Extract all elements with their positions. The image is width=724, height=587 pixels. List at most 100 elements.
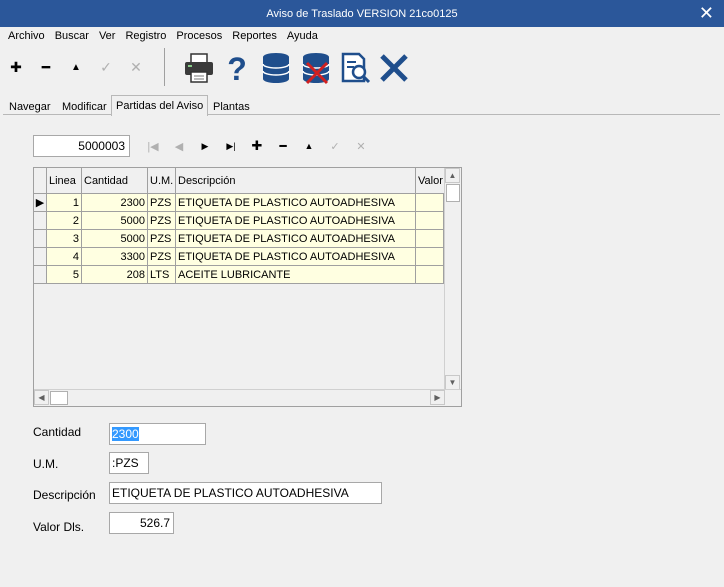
col-cantidad[interactable]: Cantidad (82, 168, 148, 194)
exit-icon[interactable] (375, 49, 413, 87)
menu-reportes[interactable]: Reportes (227, 30, 282, 42)
report-search-icon[interactable] (336, 49, 374, 87)
um-field[interactable]: :PZS (109, 452, 149, 474)
cell-cantidad[interactable]: 208 (82, 266, 148, 284)
delete-record-icon[interactable]: ━ (35, 56, 57, 78)
insert-record-icon[interactable]: ✚ (248, 138, 266, 154)
tab-modificar[interactable]: Modificar (58, 98, 111, 115)
scroll-right-icon[interactable]: ▶ (430, 390, 445, 405)
col-valor[interactable]: Valor (416, 168, 444, 194)
cell-cantidad[interactable]: 5000 (82, 230, 148, 248)
cell-cantidad[interactable]: 3300 (82, 248, 148, 266)
current-row-indicator-icon: ▶ (34, 194, 47, 212)
cell-valor[interactable] (416, 266, 444, 284)
cell-cantidad[interactable]: 2300 (82, 194, 148, 212)
menu-buscar[interactable]: Buscar (50, 30, 94, 42)
vertical-scroll-thumb[interactable] (446, 184, 460, 202)
post-row-icon: ✓ (330, 140, 340, 153)
cell-um[interactable]: LTS (148, 266, 176, 284)
cantidad-value: 2300 (112, 427, 139, 441)
table-row[interactable]: 5 208 LTS ACEITE LUBRICANTE (34, 266, 444, 284)
col-linea[interactable]: Linea (47, 168, 82, 194)
cancel-record-icon: ✕ (130, 58, 142, 75)
table-row[interactable]: 4 3300 PZS ETIQUETA DE PLASTICO AUTOADHE… (34, 248, 444, 266)
cell-linea[interactable]: 3 (47, 230, 82, 248)
cell-descripcion[interactable]: ETIQUETA DE PLASTICO AUTOADHESIVA (176, 248, 416, 266)
prior-record-icon: ◀ (174, 140, 184, 153)
tab-plantas[interactable]: Plantas (209, 98, 254, 115)
menu-procesos[interactable]: Procesos (171, 30, 227, 42)
cell-linea[interactable]: 5 (47, 266, 82, 284)
cell-um[interactable]: PZS (148, 230, 176, 248)
menu-registro[interactable]: Registro (120, 30, 171, 42)
add-record-icon[interactable]: ✚ (5, 56, 27, 78)
first-record-icon: |◀ (147, 140, 159, 153)
menu-bar: Archivo Buscar Ver Registro Procesos Rep… (0, 27, 724, 44)
descripcion-field[interactable]: ETIQUETA DE PLASTICO AUTOADHESIVA (109, 482, 382, 504)
grid-vertical-scrollbar[interactable]: ▲ ▼ (444, 168, 461, 390)
partidas-grid[interactable]: Linea Cantidad U.M. Descripción Valor ▶ … (33, 167, 462, 407)
row-indicator (34, 230, 47, 248)
table-row[interactable]: ▶ 1 2300 PZS ETIQUETA DE PLASTICO AUTOAD… (34, 194, 444, 212)
cantidad-label: Cantidad (33, 425, 82, 439)
valor-label: Valor Dls. (33, 520, 85, 534)
cell-cantidad[interactable]: 5000 (82, 212, 148, 230)
descripcion-label: Descripción (33, 488, 96, 502)
database-icon[interactable] (257, 49, 295, 87)
help-icon[interactable]: ? (218, 49, 256, 87)
cell-um[interactable]: PZS (148, 194, 176, 212)
title-bar: Aviso de Traslado VERSION 21co0125 ✕ (0, 0, 724, 27)
cell-descripcion[interactable]: ETIQUETA DE PLASTICO AUTOADHESIVA (176, 212, 416, 230)
scroll-up-icon[interactable]: ▲ (445, 168, 460, 183)
last-record-icon[interactable]: ▶| (222, 138, 240, 154)
cell-valor[interactable] (416, 212, 444, 230)
scroll-down-icon[interactable]: ▼ (445, 375, 460, 390)
cell-valor[interactable] (416, 194, 444, 212)
cell-descripcion[interactable]: ACEITE LUBRICANTE (176, 266, 416, 284)
cell-descripcion[interactable]: ETIQUETA DE PLASTICO AUTOADHESIVA (176, 194, 416, 212)
um-label: U.M. (33, 457, 59, 471)
grid-indicator-header (34, 168, 47, 194)
tab-strip: Navegar Modificar Partidas del Aviso Pla… (0, 95, 724, 116)
menu-archivo[interactable]: Archivo (3, 30, 50, 42)
tab-partidas-del-aviso[interactable]: Partidas del Aviso (111, 95, 209, 116)
printer-icon[interactable] (180, 49, 218, 87)
scroll-left-icon[interactable]: ◀ (34, 390, 49, 405)
cell-linea[interactable]: 1 (47, 194, 82, 212)
toolbar-separator (164, 48, 165, 86)
table-row[interactable]: 3 5000 PZS ETIQUETA DE PLASTICO AUTOADHE… (34, 230, 444, 248)
database-delete-icon[interactable] (297, 49, 335, 87)
col-descripcion[interactable]: Descripción (176, 168, 416, 194)
table-row[interactable]: 2 5000 PZS ETIQUETA DE PLASTICO AUTOADHE… (34, 212, 444, 230)
edit-row-icon[interactable]: ▲ (300, 138, 318, 154)
menu-ayuda[interactable]: Ayuda (282, 30, 323, 42)
post-record-icon: ✓ (100, 58, 112, 75)
row-indicator (34, 266, 47, 284)
horizontal-scroll-thumb[interactable] (50, 391, 68, 405)
menu-ver[interactable]: Ver (94, 30, 121, 42)
window-title: Aviso de Traslado VERSION 21co0125 (266, 7, 458, 20)
grid-header: Linea Cantidad U.M. Descripción Valor (34, 168, 444, 194)
cell-descripcion[interactable]: ETIQUETA DE PLASTICO AUTOADHESIVA (176, 230, 416, 248)
tab-navegar[interactable]: Navegar (5, 98, 55, 115)
row-indicator (34, 248, 47, 266)
col-um[interactable]: U.M. (148, 168, 176, 194)
record-number-field[interactable]: 5000003 (33, 135, 130, 157)
cancel-row-icon: ✕ (356, 140, 366, 153)
close-icon[interactable]: ✕ (699, 3, 714, 23)
svg-text:?: ? (227, 51, 247, 85)
grid-horizontal-scrollbar[interactable]: ◀ ▶ (34, 389, 461, 406)
cell-linea[interactable]: 4 (47, 248, 82, 266)
edit-record-icon[interactable]: ▲ (65, 56, 87, 78)
cell-valor[interactable] (416, 230, 444, 248)
cell-valor[interactable] (416, 248, 444, 266)
delete-row-icon[interactable]: ━ (274, 138, 292, 154)
cell-um[interactable]: PZS (148, 212, 176, 230)
valor-field[interactable]: 526.7 (109, 512, 174, 534)
cell-linea[interactable]: 2 (47, 212, 82, 230)
toolbar: ✚ ━ ▲ ✓ ✕ ? (0, 46, 724, 90)
cantidad-field[interactable]: 2300 (109, 423, 206, 445)
next-record-icon[interactable]: ▶ (196, 138, 214, 154)
row-indicator (34, 212, 47, 230)
cell-um[interactable]: PZS (148, 248, 176, 266)
